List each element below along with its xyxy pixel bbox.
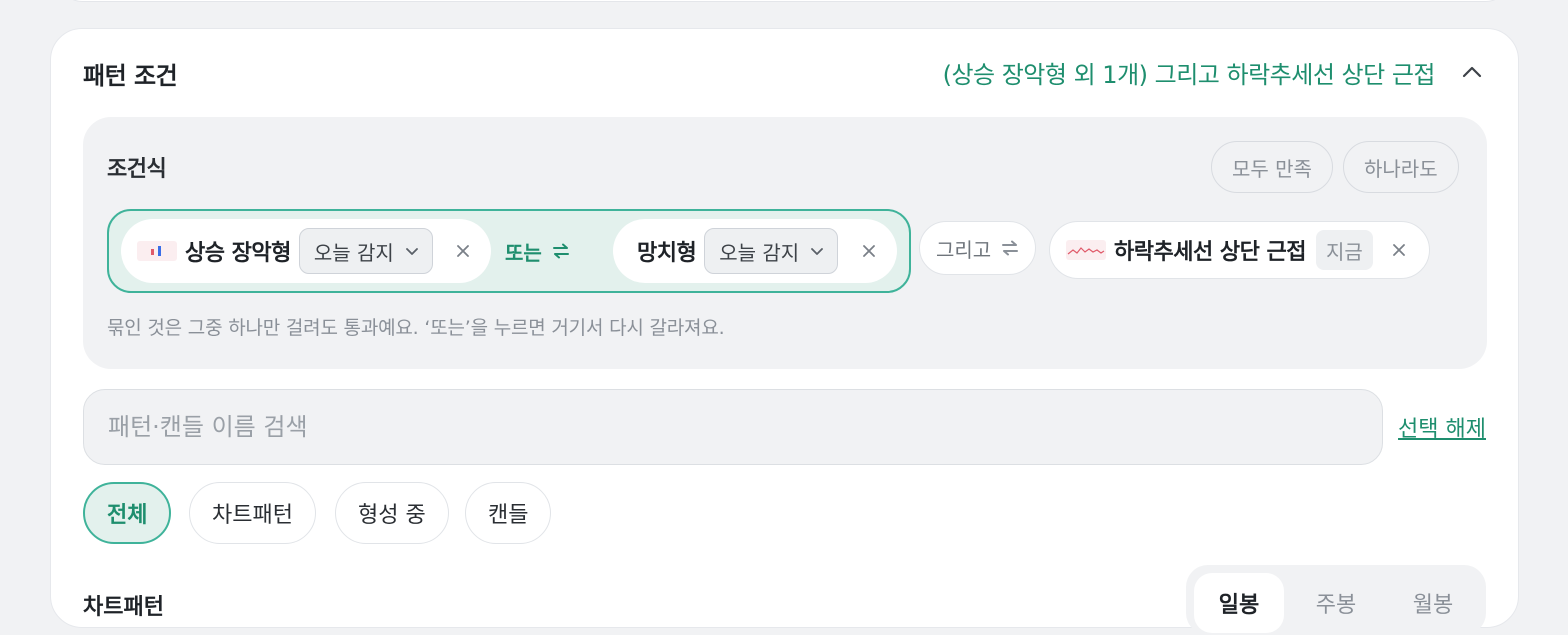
pattern-search-input[interactable]	[83, 389, 1383, 465]
close-icon	[863, 245, 875, 257]
filter-tab-chart-pattern[interactable]: 차트패턴	[189, 482, 316, 544]
collapse-button[interactable]	[1459, 59, 1485, 85]
remove-chip-button[interactable]	[449, 237, 477, 265]
timing-dropdown[interactable]: 오늘 감지	[704, 228, 839, 274]
swap-arrows-icon	[552, 243, 570, 259]
mode-any-button[interactable]: 하나라도	[1343, 141, 1459, 193]
bullish-engulfing-thumbnail-icon	[137, 241, 177, 261]
mode-all-button[interactable]: 모두 만족	[1211, 141, 1333, 193]
expression-hint: 묶인 것은 그중 하나만 걸려도 통과예요. ‘또는’을 누르면 거기서 다시 …	[107, 317, 725, 339]
close-icon	[1392, 244, 1405, 256]
chevron-down-icon	[809, 243, 825, 259]
condition-chip-hammer[interactable]: 망치형 오늘 감지	[613, 219, 897, 283]
or-label: 또는	[505, 240, 542, 265]
deselect-link[interactable]: 선택 해제	[1398, 411, 1486, 443]
filter-tab-all[interactable]: 전체	[83, 482, 172, 544]
previous-card-bottom-edge	[60, 0, 1508, 2]
filter-tab-candle[interactable]: 캔들	[465, 482, 552, 544]
close-icon	[457, 245, 469, 257]
timing-value: 오늘 감지	[719, 240, 800, 265]
chevron-up-icon	[1462, 66, 1482, 78]
timing-value: 오늘 감지	[313, 240, 394, 265]
timing-badge: 지금	[1315, 230, 1373, 270]
chip-label: 상승 장악형	[185, 241, 291, 266]
and-toggle-button[interactable]: 그리고	[919, 221, 1037, 275]
condition-chip-bullish-engulfing[interactable]: 상승 장악형 오늘 감지	[121, 219, 491, 283]
expression-title: 조건식	[107, 157, 167, 182]
chip-label: 망치형	[637, 241, 697, 266]
filter-tab-forming[interactable]: 형성 중	[335, 482, 449, 544]
trendline-thumbnail-icon	[1066, 240, 1106, 260]
section-title: 차트패턴	[83, 595, 164, 620]
condition-chip-trendline[interactable]: 하락추세선 상단 근접 지금	[1049, 221, 1430, 279]
period-monthly[interactable]: 월봉	[1388, 573, 1478, 633]
chip-label: 하락추세선 상단 근접	[1114, 240, 1306, 265]
remove-chip-button[interactable]	[855, 237, 883, 265]
condition-summary: (상승 장악형 외 1개) 그리고 하락추세선 상단 근접	[942, 61, 1436, 89]
period-segmented-control: 일봉 주봉 월봉	[1186, 565, 1486, 635]
or-group: 상승 장악형 오늘 감지 또는 망치형 오늘 감지	[107, 209, 911, 293]
chevron-down-icon	[404, 243, 420, 259]
and-label: 그리고	[936, 237, 992, 262]
timing-dropdown[interactable]: 오늘 감지	[298, 228, 433, 274]
period-weekly[interactable]: 주봉	[1291, 573, 1381, 633]
remove-chip-button[interactable]	[1385, 236, 1413, 264]
period-daily[interactable]: 일봉	[1194, 573, 1284, 633]
expression-panel: 조건식 모두 만족 하나라도 상승 장악형 오늘 감지 또는 망치형 오늘 감지…	[83, 117, 1487, 369]
card-title: 패턴 조건	[83, 62, 178, 90]
swap-arrows-icon	[1001, 240, 1019, 256]
pattern-conditions-card: 패턴 조건 (상승 장악형 외 1개) 그리고 하락추세선 상단 근접 조건식 …	[50, 28, 1519, 635]
or-toggle-button[interactable]: 또는	[495, 229, 580, 273]
